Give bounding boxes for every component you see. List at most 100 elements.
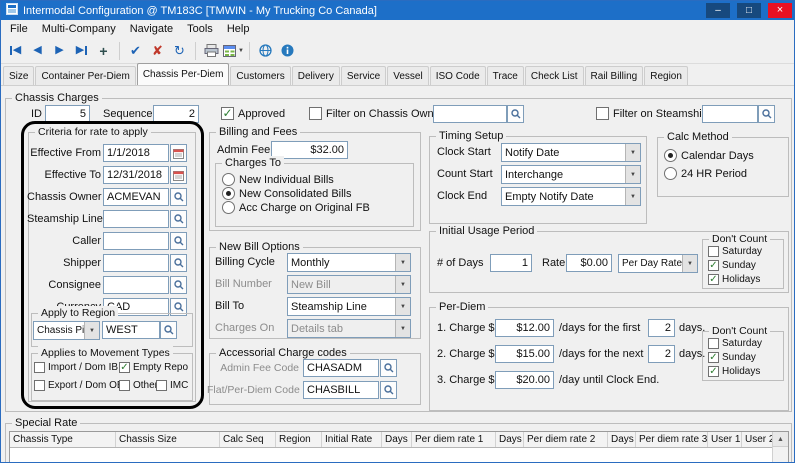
tab-rail-billing[interactable]: Rail Billing <box>585 66 644 85</box>
filter-chassis-owner-checkbox[interactable]: Filter on Chassis Owner <box>309 107 443 120</box>
admin-fee-code-lookup-button[interactable] <box>380 359 397 377</box>
column-header-calc-seq[interactable]: Calc Seq <box>220 432 276 447</box>
sequence-field[interactable]: 2 <box>153 105 199 123</box>
chassis-owner-field[interactable]: ACMEVAN <box>103 188 169 206</box>
new-individual-bills-radio[interactable]: New Individual Bills <box>222 173 334 186</box>
tab-delivery[interactable]: Delivery <box>292 66 340 85</box>
import-dom-ib-checkbox[interactable]: Import / Dom IB <box>34 362 118 373</box>
column-header-per-diem-rate-2[interactable]: Per diem rate 2 <box>524 432 608 447</box>
titlebar[interactable]: Intermodal Configuration @ TM183C [TMWIN… <box>1 1 794 20</box>
steamship-line-lookup-button[interactable] <box>170 210 187 228</box>
column-header-chassis-size[interactable]: Chassis Size <box>116 432 220 447</box>
perdiem-row1-days-field[interactable]: 2 <box>648 319 675 337</box>
billing-cycle-select[interactable]: Monthly <box>287 253 411 272</box>
tab-vessel[interactable]: Vessel <box>387 66 428 85</box>
tab-customers[interactable]: Customers <box>230 66 290 85</box>
steamship-line-field[interactable] <box>103 210 169 228</box>
region-lookup-button[interactable] <box>160 321 177 339</box>
menu-tools[interactable]: Tools <box>180 23 220 35</box>
nav-prev-button[interactable]: ◀ <box>27 40 48 61</box>
consignee-lookup-button[interactable] <box>170 276 187 294</box>
column-header-days-3[interactable]: Days <box>608 432 636 447</box>
column-header-user-2[interactable]: User 2 <box>742 432 774 447</box>
tab-size[interactable]: Size <box>3 66 34 85</box>
other-checkbox[interactable]: Other <box>119 380 158 391</box>
perdiem-holidays-checkbox[interactable]: Holidays <box>708 366 760 377</box>
consignee-field[interactable] <box>103 276 169 294</box>
nav-last-button[interactable]: ▶ <box>71 40 92 61</box>
column-header-initial-rate[interactable]: Initial Rate <box>322 432 382 447</box>
initial-holidays-checkbox[interactable]: Holidays <box>708 274 760 285</box>
nav-first-button[interactable]: ◀ <box>5 40 26 61</box>
admin-fee-code-field[interactable]: CHASADM <box>303 359 379 377</box>
flat-perdiem-code-field[interactable]: CHASBILL <box>303 381 379 399</box>
region-mode-select[interactable]: Chassis Pick <box>33 321 100 340</box>
add-record-button[interactable]: + <box>93 40 114 61</box>
filter-chassis-owner-lookup-button[interactable] <box>507 105 524 123</box>
export-grid-button[interactable] <box>223 40 244 61</box>
close-icon[interactable]: × <box>768 3 792 18</box>
shipper-field[interactable] <box>103 254 169 272</box>
filter-steamship-field[interactable] <box>702 105 758 123</box>
empty-repo-checkbox[interactable]: Empty Repo <box>119 362 188 373</box>
acc-charge-original-fb-radio[interactable]: Acc Charge on Original FB <box>222 201 370 214</box>
table-body[interactable] <box>10 448 788 463</box>
minimize-icon[interactable]: – <box>706 3 730 18</box>
table-scrollbar[interactable] <box>772 432 788 463</box>
new-consolidated-bills-radio[interactable]: New Consolidated Bills <box>222 187 352 200</box>
tab-check-list[interactable]: Check List <box>525 66 584 85</box>
bill-to-select[interactable]: Steamship Line <box>287 297 411 316</box>
rate-field[interactable]: $0.00 <box>566 254 612 272</box>
cancel-button[interactable]: ✘ <box>147 40 168 61</box>
perdiem-saturday-checkbox[interactable]: Saturday <box>708 338 762 349</box>
num-days-field[interactable]: 1 <box>490 254 532 272</box>
column-header-days-1[interactable]: Days <box>382 432 412 447</box>
tab-trace[interactable]: Trace <box>487 66 524 85</box>
filter-chassis-owner-field[interactable] <box>433 105 507 123</box>
24-hr-period-radio[interactable]: 24 HR Period <box>664 167 747 180</box>
column-header-per-diem-rate-3[interactable]: Per diem rate 3 <box>636 432 708 447</box>
id-field[interactable]: 5 <box>45 105 90 123</box>
column-header-days-2[interactable]: Days <box>496 432 524 447</box>
tab-service[interactable]: Service <box>341 66 386 85</box>
approved-checkbox[interactable]: Approved <box>221 107 285 120</box>
perdiem-row2-days-field[interactable]: 2 <box>648 345 675 363</box>
rate-type-select[interactable]: Per Day Rate <box>618 254 698 273</box>
caller-field[interactable] <box>103 232 169 250</box>
clock-end-select[interactable]: Empty Notify Date <box>501 187 641 206</box>
tab-chassis-per-diem[interactable]: Chassis Per-Diem <box>137 63 230 85</box>
chassis-owner-lookup-button[interactable] <box>170 188 187 206</box>
refresh-button[interactable]: ↻ <box>169 40 190 61</box>
initial-sunday-checkbox[interactable]: Sunday <box>708 260 756 271</box>
shipper-lookup-button[interactable] <box>170 254 187 272</box>
column-header-per-diem-rate-1[interactable]: Per diem rate 1 <box>412 432 496 447</box>
web-button[interactable] <box>255 40 276 61</box>
menu-file[interactable]: File <box>3 23 35 35</box>
filter-steamship-checkbox[interactable]: Filter on Steamship <box>596 107 708 120</box>
region-field[interactable]: WEST <box>102 321 160 339</box>
effective-from-field[interactable]: 1/1/2018 <box>103 144 169 162</box>
effective-to-field[interactable]: 12/31/2018 <box>103 166 169 184</box>
export-dom-ob-checkbox[interactable]: Export / Dom OB <box>34 380 124 391</box>
calendar-days-radio[interactable]: Calendar Days <box>664 149 754 162</box>
maximize-icon[interactable]: □ <box>737 3 761 18</box>
scroll-up-button[interactable] <box>773 432 788 447</box>
print-button[interactable] <box>201 40 222 61</box>
filter-steamship-lookup-button[interactable] <box>758 105 775 123</box>
perdiem-row3-amount-field[interactable]: $20.00 <box>495 371 554 389</box>
imc-checkbox[interactable]: IMC <box>156 380 188 391</box>
column-header-region[interactable]: Region <box>276 432 322 447</box>
initial-saturday-checkbox[interactable]: Saturday <box>708 246 762 257</box>
caller-lookup-button[interactable] <box>170 232 187 250</box>
info-button[interactable] <box>277 40 298 61</box>
menu-help[interactable]: Help <box>220 23 257 35</box>
column-header-chassis-type[interactable]: Chassis Type <box>10 432 116 447</box>
tab-iso-code[interactable]: ISO Code <box>430 66 486 85</box>
flat-perdiem-code-lookup-button[interactable] <box>380 381 397 399</box>
nav-next-button[interactable]: ▶ <box>49 40 70 61</box>
tab-container-per-diem[interactable]: Container Per-Diem <box>35 66 135 85</box>
perdiem-sunday-checkbox[interactable]: Sunday <box>708 352 756 363</box>
clock-start-select[interactable]: Notify Date <box>501 143 641 162</box>
menu-multi-company[interactable]: Multi-Company <box>35 23 123 35</box>
menu-navigate[interactable]: Navigate <box>123 23 180 35</box>
